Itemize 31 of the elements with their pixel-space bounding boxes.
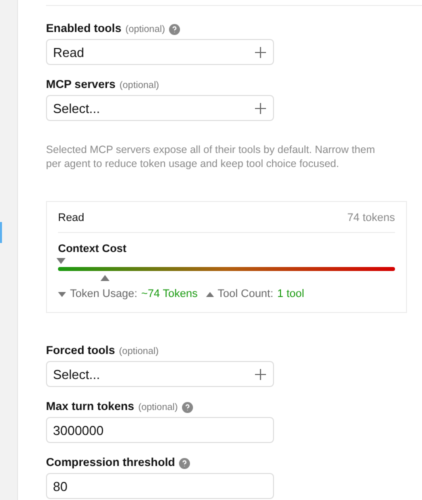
optional-label: (optional) bbox=[119, 80, 160, 90]
input-field[interactable]: 3000000 bbox=[46, 417, 274, 443]
select-field[interactable]: Read bbox=[46, 39, 274, 65]
legend-value: ~74 Tokens bbox=[141, 288, 198, 300]
triangle-icon bbox=[58, 292, 66, 296]
triangle-icon bbox=[206, 292, 214, 296]
plus-icon bbox=[255, 102, 266, 114]
select-field[interactable]: Select... bbox=[46, 361, 274, 387]
help-icon[interactable] bbox=[169, 24, 180, 34]
optional-label: (optional) bbox=[125, 24, 166, 34]
field-label: Forced tools bbox=[46, 345, 116, 357]
legend-label: Token Usage: bbox=[70, 288, 138, 300]
help-icon[interactable] bbox=[179, 458, 190, 468]
help-icon[interactable] bbox=[182, 402, 193, 412]
field-label: MCP servers bbox=[46, 79, 116, 91]
optional-label: (optional) bbox=[138, 402, 178, 412]
plus-icon bbox=[255, 368, 266, 380]
legend-value: 1 tool bbox=[277, 288, 304, 300]
optional-label: (optional) bbox=[119, 346, 159, 356]
context-cost-title: Context Cost bbox=[58, 243, 128, 255]
token-count: 74 tokens bbox=[347, 212, 395, 224]
tool-name: Read bbox=[58, 212, 84, 224]
field-label: Enabled tools bbox=[46, 23, 122, 35]
help-text: Selected MCP servers expose all of their tools by default. Narrow them per agent to reduce token usage and keep tool choice focused. bbox=[46, 143, 376, 171]
legend-label: Tool Count: bbox=[218, 288, 274, 300]
plus-icon bbox=[255, 46, 266, 58]
select-field[interactable]: Select... bbox=[46, 95, 274, 121]
field-label: Max turn tokens bbox=[46, 401, 134, 413]
field-label: Compression threshold bbox=[46, 457, 176, 469]
selection-indicator bbox=[0, 222, 2, 243]
input-field[interactable]: 80 bbox=[46, 473, 274, 499]
